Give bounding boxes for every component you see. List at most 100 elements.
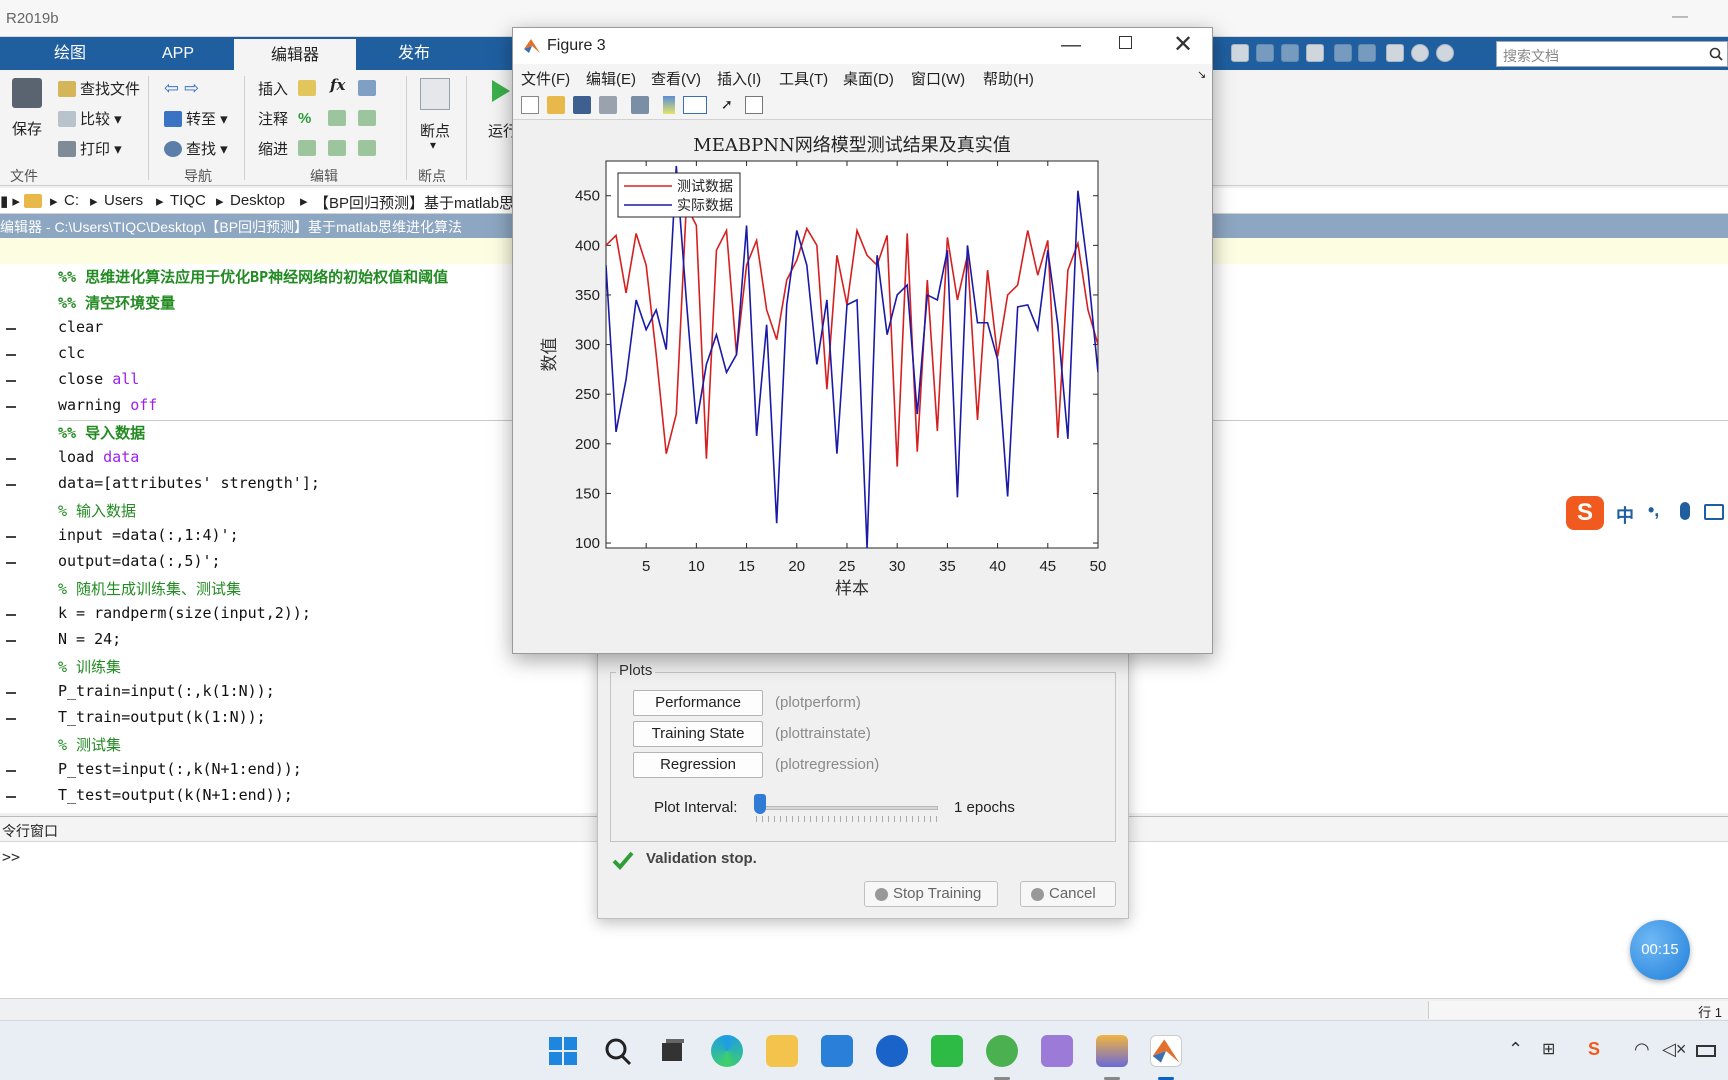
menu-window[interactable]: 窗口(W) [911, 68, 965, 89]
photos-icon[interactable] [1096, 1035, 1128, 1067]
compare-button[interactable]: 比较 ▾ [58, 108, 122, 129]
breadcrumb-project[interactable]: 【BP回归预测】基于matlab思 [314, 192, 514, 213]
sogou-tray-icon[interactable]: S [1588, 1039, 1600, 1060]
tab-editor[interactable]: 编辑器 [234, 37, 356, 70]
plot-area[interactable]: MEABPNN网络模型测试结果及真实值 5 10 15 20 25 30 35 40 45 50 10… [513, 121, 1212, 653]
property-inspector-icon[interactable] [745, 96, 763, 114]
comment-percent-icon[interactable]: % [298, 110, 311, 127]
edge-icon[interactable] [711, 1035, 743, 1067]
cancel-button[interactable]: Cancel [1020, 881, 1116, 907]
task-view-icon[interactable] [656, 1035, 688, 1067]
cut-icon[interactable] [1256, 44, 1274, 62]
ime-tray-icon[interactable]: ⊞ [1542, 1039, 1555, 1059]
copy-icon[interactable] [1281, 44, 1299, 62]
legend-icon[interactable] [683, 96, 707, 114]
dock-arrow-icon[interactable]: ↘ [1197, 68, 1206, 81]
keyboard-icon[interactable] [1704, 504, 1724, 520]
print-button[interactable]: 打印 ▾ [58, 138, 122, 159]
breakpoints-dropdown[interactable]: ▾ [430, 138, 436, 152]
recording-timer[interactable]: 00:15 [1630, 920, 1690, 980]
line-indicator: 行 1 [1698, 1005, 1722, 1020]
close-button[interactable]: ✕ [1173, 30, 1193, 59]
browser-icon[interactable] [986, 1035, 1018, 1067]
regression-button[interactable]: Regression [633, 752, 763, 778]
options-icon[interactable] [1436, 44, 1454, 62]
undo-icon[interactable] [1334, 44, 1352, 62]
breadcrumb-users[interactable]: Users [104, 192, 143, 209]
redo-icon[interactable] [1358, 44, 1376, 62]
colorbar-icon[interactable] [663, 96, 675, 114]
tab-plots[interactable]: 绘图 [30, 37, 110, 70]
maximize-button[interactable] [1119, 36, 1132, 49]
stop-training-button[interactable]: Stop Training [864, 881, 998, 907]
insert-button[interactable]: 插入 [258, 78, 288, 99]
comment-button[interactable]: 注释 [258, 108, 288, 129]
menu-insert[interactable]: 插入(I) [717, 68, 761, 89]
tray-chevron-icon[interactable]: ⌃ [1508, 1039, 1523, 1060]
tab-publish[interactable]: 发布 [374, 37, 454, 70]
breadcrumb-user[interactable]: TIQC [170, 192, 206, 209]
breadcrumb-drive[interactable]: C: [64, 192, 79, 209]
insert-chart-icon[interactable] [358, 80, 376, 96]
link-plot-icon[interactable] [631, 96, 649, 114]
increase-indent-icon[interactable] [328, 140, 346, 156]
mail-icon[interactable] [821, 1035, 853, 1067]
battery-icon[interactable] [1696, 1045, 1716, 1057]
run-icon[interactable] [490, 78, 512, 104]
save-big-icon[interactable] [12, 78, 42, 108]
file-explorer-icon[interactable] [766, 1035, 798, 1067]
wrap-comment-icon[interactable] [358, 110, 376, 126]
training-state-button[interactable]: Training State [633, 721, 763, 747]
new-figure-icon[interactable] [521, 96, 539, 114]
menu-help[interactable]: 帮助(H) [983, 68, 1034, 89]
search-icon[interactable] [602, 1035, 634, 1067]
minimize-button[interactable]: — [1061, 34, 1081, 57]
edit-plot-icon[interactable]: ➚ [721, 96, 739, 114]
find-button[interactable]: 查找 ▾ [164, 138, 228, 159]
matlab-taskbar-icon[interactable] [1150, 1035, 1182, 1067]
find-files-button[interactable]: 查找文件 [58, 78, 140, 99]
app-icon[interactable] [876, 1035, 908, 1067]
print-figure-icon[interactable] [599, 96, 617, 114]
save-figure-icon[interactable] [573, 96, 591, 114]
back-forward-icon[interactable]: ⇦ ⇨ [164, 78, 199, 99]
minimize-button[interactable]: — [1672, 8, 1688, 26]
search-icon[interactable] [1709, 47, 1723, 61]
save-icon[interactable] [1231, 44, 1249, 62]
tab-apps[interactable]: APP [138, 37, 218, 70]
slider-thumb[interactable] [754, 794, 766, 814]
breadcrumb-desktop[interactable]: Desktop [230, 192, 285, 209]
chart-svg[interactable]: MEABPNN网络模型测试结果及真实值 5 10 15 20 25 30 35 40 45 50 10… [513, 121, 1212, 653]
menu-desktop[interactable]: 桌面(D) [843, 68, 894, 89]
mic-icon[interactable] [1680, 502, 1690, 520]
smart-indent-icon[interactable] [298, 140, 316, 156]
switch-windows-icon[interactable] [1386, 44, 1404, 62]
volume-icon[interactable]: ◁× [1662, 1039, 1686, 1060]
menu-file[interactable]: 文件(F) [521, 68, 570, 89]
sogou-icon[interactable]: S [1566, 496, 1604, 530]
ime-punct[interactable]: •, [1648, 500, 1659, 521]
decrease-indent-icon[interactable] [358, 140, 376, 156]
open-file-icon[interactable] [547, 96, 565, 114]
windows-start-icon[interactable] [547, 1035, 579, 1067]
menu-tools[interactable]: 工具(T) [779, 68, 828, 89]
snipping-tool-icon[interactable] [1041, 1035, 1073, 1067]
uncomment-icon[interactable] [328, 110, 346, 126]
help-icon[interactable] [1411, 44, 1429, 62]
wifi-icon[interactable]: ◠ [1634, 1039, 1650, 1060]
fx-icon[interactable]: fx [330, 76, 345, 94]
breakpoints-icon[interactable] [420, 78, 450, 110]
wechat-icon[interactable] [931, 1035, 963, 1067]
menu-view[interactable]: 查看(V) [651, 68, 701, 89]
insert-section-icon[interactable] [298, 80, 316, 96]
search-input[interactable]: 搜索文档 [1496, 41, 1728, 67]
paste-icon[interactable] [1306, 44, 1324, 62]
ime-lang[interactable]: 中 [1616, 502, 1634, 528]
menu-edit[interactable]: 编辑(E) [586, 68, 636, 89]
indent-button[interactable]: 缩进 [258, 138, 288, 159]
plot-interval-slider[interactable] [756, 806, 938, 810]
ime-toolbar[interactable]: S 中 •, [1566, 494, 1728, 532]
save-button[interactable]: 保存 [12, 118, 42, 139]
goto-button[interactable]: 转至 ▾ [164, 108, 228, 129]
performance-button[interactable]: Performance [633, 690, 763, 716]
